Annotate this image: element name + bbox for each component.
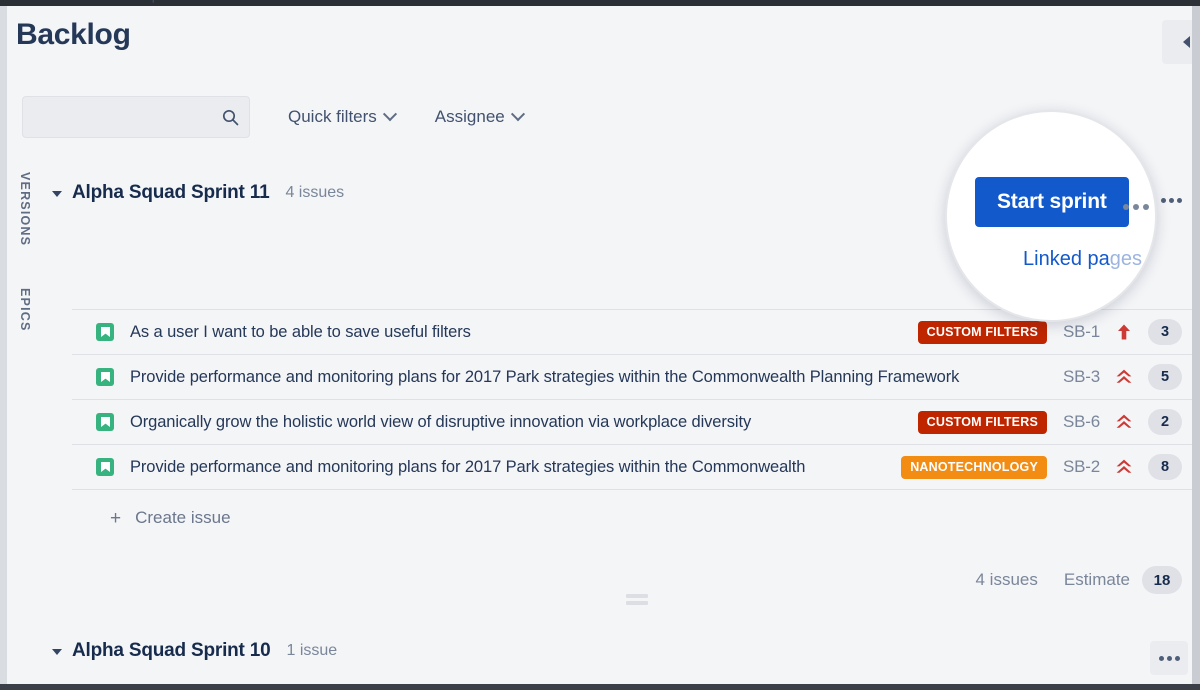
more-actions-icon [1175,656,1180,661]
issue-estimate[interactable]: 3 [1148,319,1182,345]
more-actions-icon [1177,198,1182,203]
story-icon [96,323,114,341]
page-title: Backlog [16,18,131,52]
right-edge-scrollbar[interactable] [1192,6,1200,690]
assignee-label: Assignee [435,107,505,127]
story-icon [96,413,114,431]
create-issue-button[interactable]: + Create issue [110,508,231,528]
story-icon [96,458,114,476]
plus-icon: + [110,509,121,528]
more-actions-icon [1133,204,1139,210]
more-actions-icon [1143,204,1149,210]
create-issue-label: Create issue [135,508,230,528]
issue-key[interactable]: SB-3 [1063,367,1100,387]
issue-meta: NANOTECHNOLOGY SB-2 8 [901,454,1182,480]
issue-summary: Organically grow the holistic world view… [130,413,918,432]
backlog-toolbar: Quick filters Assignee [22,96,525,138]
quick-filters-dropdown[interactable]: Quick filters [286,101,397,133]
double-chevron-up-icon [1114,368,1134,386]
sprint-more-actions-magnified[interactable] [1123,204,1149,210]
sprint-11-more-actions-button[interactable] [1152,183,1190,217]
sprint-name: Alpha Squad Sprint 11 [72,182,269,204]
start-sprint-button[interactable]: Start sprint [975,177,1129,227]
sprint-name: Alpha Squad Sprint 10 [72,640,271,662]
breadcrumb[interactable]: ' [152,0,158,9]
issue-estimate[interactable]: 8 [1148,454,1182,480]
quick-filters-label: Quick filters [288,107,377,127]
more-actions-icon [1161,198,1166,203]
story-icon [96,368,114,386]
drag-bar [626,594,648,598]
double-chevron-up-icon [1114,413,1134,431]
chevron-down-icon[interactable] [52,649,62,655]
linked-pages-label: Linked pa [1023,248,1110,270]
window-top-chrome [0,0,1200,6]
issue-summary: Provide performance and monitoring plans… [130,458,901,477]
backlog-screen: ' Backlog Quick filters Assignee VERSION… [0,0,1200,690]
table-row[interactable]: Provide performance and monitoring plans… [72,355,1192,400]
issue-key[interactable]: SB-1 [1063,322,1100,342]
sprint-header-11[interactable]: Alpha Squad Sprint 11 4 issues [52,182,344,204]
issue-meta: SB-3 5 [1063,364,1182,390]
issue-label-chip[interactable]: CUSTOM FILTERS [918,321,1047,344]
table-row[interactable]: Organically grow the holistic world view… [72,400,1192,445]
magnifier-content: Start sprint Linked pages [947,112,1155,320]
side-tab-versions[interactable]: VERSIONS [18,172,32,246]
sprint-10-more-actions-button[interactable] [1150,641,1188,675]
table-row[interactable]: Provide performance and monitoring plans… [72,445,1192,490]
linked-pages-link[interactable]: Linked pages [1023,248,1142,271]
double-chevron-up-icon [1114,458,1134,476]
issue-summary: Provide performance and monitoring plans… [130,368,1063,387]
issue-meta: CUSTOM FILTERS SB-1 3 [918,319,1182,345]
issue-meta: CUSTOM FILTERS SB-6 2 [918,409,1182,435]
chevron-down-icon [383,107,397,121]
sprint-totals: 4 issues Estimate 18 [975,566,1182,594]
more-actions-icon [1123,204,1129,210]
chevron-right-icon [1183,36,1190,48]
sprint-header-10[interactable]: Alpha Squad Sprint 10 1 issue [52,640,337,662]
search-input[interactable] [23,97,211,137]
issue-label-chip[interactable]: NANOTECHNOLOGY [901,456,1047,479]
estimate-label: Estimate [1064,570,1130,590]
search-box[interactable] [22,96,250,138]
more-actions-icon [1167,656,1172,661]
issue-summary: As a user I want to be able to save usef… [130,323,918,342]
issue-key[interactable]: SB-2 [1063,457,1100,477]
collapse-panel-button[interactable] [1162,20,1192,64]
issue-list: As a user I want to be able to save usef… [72,309,1192,490]
more-actions-icon [1159,656,1164,661]
issue-estimate[interactable]: 5 [1148,364,1182,390]
estimate-total: 18 [1142,566,1182,594]
chevron-down-icon [511,107,525,121]
chevron-down-icon[interactable] [52,191,62,197]
issue-key[interactable]: SB-6 [1063,412,1100,432]
search-icon [221,108,239,126]
assignee-dropdown[interactable]: Assignee [433,101,525,133]
sprint-resize-handle[interactable] [626,594,648,608]
left-edge-rail [0,6,7,690]
magnifier-lens: Start sprint Linked pages [945,110,1157,322]
total-issues: 4 issues [975,570,1037,590]
sprint-issue-count: 1 issue [287,642,338,660]
arrow-up-icon [1114,323,1134,341]
issue-estimate[interactable]: 2 [1148,409,1182,435]
sprint-issue-count: 4 issues [285,184,344,202]
window-bottom-chrome [0,684,1200,690]
more-actions-icon [1169,198,1174,203]
issue-label-chip[interactable]: CUSTOM FILTERS [918,411,1047,434]
linked-pages-label-faded: ges [1110,248,1142,270]
drag-bar [626,601,648,605]
side-tab-epics[interactable]: EPICS [18,288,32,332]
